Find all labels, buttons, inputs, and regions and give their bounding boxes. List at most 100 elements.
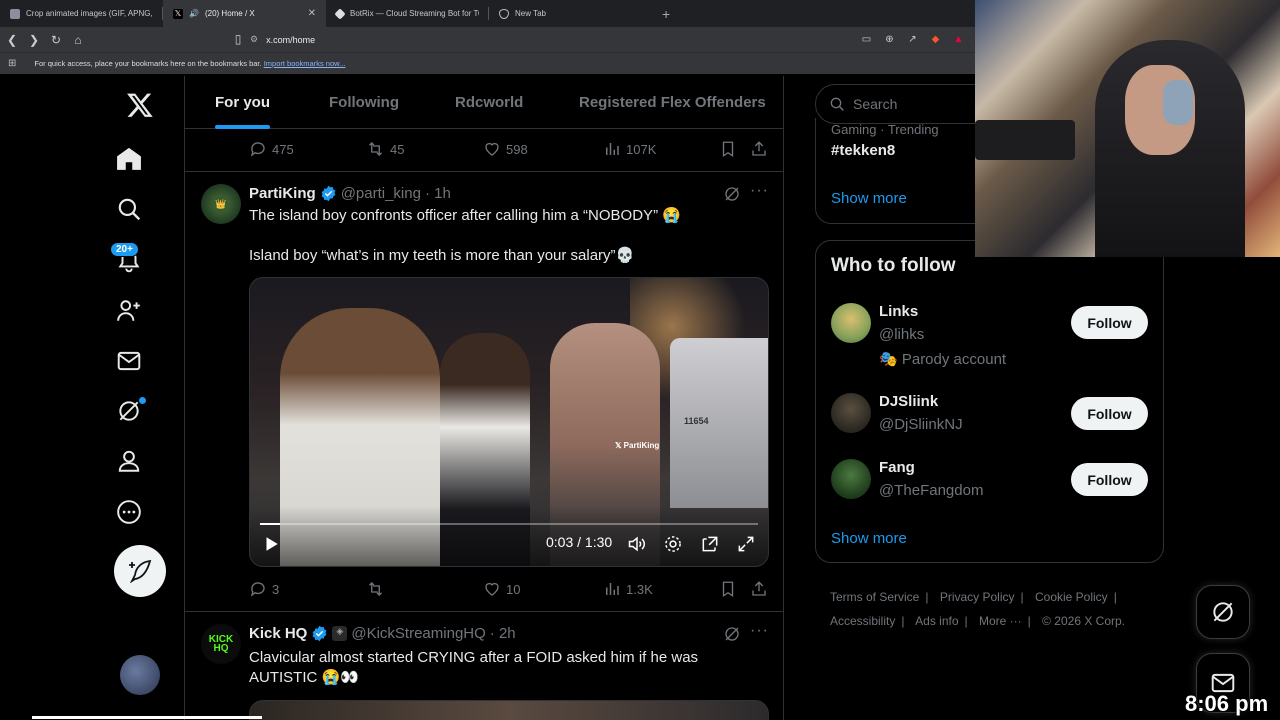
tab-label: Registered Flex Offenders — [579, 94, 766, 111]
author-handle[interactable]: @KickStreamingHQ — [351, 625, 485, 642]
messages-mail-icon[interactable] — [104, 336, 154, 386]
browser-tab-crop[interactable]: Crop animated images (GIF, APNG, W — [0, 0, 163, 27]
author-name[interactable]: Kick HQ — [249, 625, 307, 642]
kickhq-avatar[interactable]: KICK HQ — [201, 624, 241, 664]
new-tab-button[interactable]: + — [652, 6, 680, 22]
picture-in-picture-icon[interactable] — [700, 534, 720, 554]
footer-accessibility-link[interactable]: Accessibility — [830, 614, 895, 628]
address-bar[interactable]: ⚙ x.com/home — [250, 30, 850, 49]
like-button[interactable]: 10 — [483, 577, 520, 601]
user-avatar-djsliink[interactable] — [831, 393, 871, 433]
tweet-divider — [185, 611, 783, 612]
video-progress-bar[interactable] — [260, 523, 758, 525]
grok-float-button[interactable] — [1196, 585, 1250, 639]
tab-rdcworld[interactable]: Rdcworld — [455, 76, 523, 129]
volume-icon[interactable] — [627, 534, 647, 554]
profile-icon[interactable] — [104, 436, 154, 486]
user-handle[interactable]: @TheFangdom — [879, 482, 983, 499]
follow-button-fang[interactable]: Follow — [1071, 463, 1148, 496]
views-button[interactable]: 1.3K — [603, 577, 653, 601]
search-placeholder[interactable]: Search — [853, 96, 897, 112]
reload-icon[interactable]: ↻ — [46, 30, 66, 50]
site-info-icon[interactable]: ⚙ — [250, 34, 258, 45]
footer-cookie-link[interactable]: Cookie Policy — [1035, 590, 1108, 604]
author-name[interactable]: PartiKing — [249, 185, 316, 202]
footer-ads-info-link[interactable]: Ads info — [915, 614, 958, 628]
user-avatar-links[interactable] — [831, 303, 871, 343]
tweet-more-icon[interactable]: ··· — [750, 182, 769, 200]
repost-button[interactable] — [366, 577, 390, 601]
tab-registered-flex-offenders[interactable]: Registered Flex Offenders — [579, 76, 766, 129]
play-icon[interactable] — [262, 535, 280, 553]
tweet-time[interactable]: · 2h — [490, 625, 516, 642]
import-bookmarks-link[interactable]: Import bookmarks now... — [264, 59, 346, 68]
follow-button-links[interactable]: Follow — [1071, 306, 1148, 339]
footer-more-link[interactable]: More ··· — [979, 614, 1022, 628]
bookmarks-hint: For quick access, place your bookmarks h… — [34, 59, 262, 68]
browser-tab-x-home[interactable]: 𝕏 🔊 (20) Home / X ✕ — [163, 0, 326, 27]
url-text[interactable]: x.com/home — [266, 35, 315, 45]
grok-explain-icon[interactable] — [723, 185, 741, 203]
zoom-icon[interactable]: ⊕ — [881, 31, 898, 48]
tweet-time[interactable]: · 1h — [425, 185, 451, 202]
user-name[interactable]: DJSliink — [879, 393, 938, 410]
forward-icon[interactable]: ❯ — [24, 30, 44, 50]
user-handle[interactable]: @DjSliinkNJ — [879, 416, 963, 433]
like-button[interactable]: 598 — [483, 137, 528, 161]
share-icon[interactable]: ↗ — [904, 31, 921, 48]
trend-tag[interactable]: #tekken8 — [831, 142, 895, 159]
tweet-video[interactable]: 11654 𝕏 PartiKing 0:03 / 1:30 — [249, 277, 769, 567]
tab-for-you[interactable]: For you — [215, 76, 270, 129]
grok-explain-icon[interactable] — [723, 625, 741, 643]
follow-people-icon[interactable] — [104, 286, 154, 336]
verified-badge-icon — [321, 185, 336, 202]
grok-icon[interactable] — [104, 386, 154, 436]
explore-search-icon[interactable] — [104, 184, 154, 234]
tweet2-media-preview[interactable] — [249, 700, 769, 720]
brave-shield-icon[interactable]: ◆ — [927, 31, 944, 48]
apps-grid-icon[interactable]: ⊞ — [8, 58, 16, 69]
user-name[interactable]: Links — [879, 303, 918, 320]
share-button[interactable] — [750, 137, 768, 161]
user-name[interactable]: Fang — [879, 459, 915, 476]
account-avatar[interactable] — [120, 655, 160, 695]
feather-plus-icon — [129, 559, 152, 583]
browser-tab-newtab[interactable]: New Tab — [489, 0, 652, 27]
back-icon[interactable]: ❮ — [2, 30, 22, 50]
rewards-icon[interactable]: ▲ — [950, 31, 967, 48]
more-menu-icon[interactable] — [104, 487, 154, 537]
who-to-follow-show-more-link[interactable]: Show more — [831, 530, 907, 547]
bookmark-button[interactable] — [719, 577, 737, 601]
settings-gear-icon[interactable] — [663, 534, 683, 554]
close-tab-icon[interactable]: ✕ — [308, 8, 316, 19]
bookmark-icon — [722, 141, 734, 158]
bookmark-button[interactable] — [719, 137, 737, 161]
footer-terms-link[interactable]: Terms of Service — [830, 590, 919, 604]
partiking-avatar[interactable]: 👑 — [201, 184, 241, 224]
bookmark-page-icon[interactable]: ▯ — [228, 29, 248, 49]
reply-button[interactable]: 475 — [249, 137, 294, 161]
home-nav-icon[interactable] — [104, 134, 154, 184]
reply-button[interactable]: 3 — [249, 577, 279, 601]
install-icon[interactable]: ▭ — [858, 31, 875, 48]
browser-tab-botrix[interactable]: BotRix — Cloud Streaming Bot for Tw — [326, 0, 489, 27]
tab-following[interactable]: Following — [329, 76, 399, 129]
video-watermark: 𝕏 PartiKing — [615, 441, 660, 450]
footer-privacy-link[interactable]: Privacy Policy — [940, 590, 1015, 604]
x-logo-icon[interactable] — [115, 80, 165, 130]
author-handle[interactable]: @parti_king — [341, 185, 421, 202]
trends-show-more-link[interactable]: Show more — [831, 190, 907, 207]
compose-post-button[interactable] — [114, 545, 166, 597]
user-avatar-fang[interactable] — [831, 459, 871, 499]
follow-button-djsliink[interactable]: Follow — [1071, 397, 1148, 430]
like-count: 598 — [506, 141, 528, 157]
bookmarks-bar: ⊞ For quick access, place your bookmarks… — [0, 52, 975, 74]
fullscreen-icon[interactable] — [736, 534, 756, 554]
views-button[interactable]: 107K — [603, 137, 656, 161]
share-button[interactable] — [750, 577, 768, 601]
home-icon[interactable]: ⌂ — [68, 30, 88, 50]
repost-button[interactable]: 45 — [366, 137, 404, 161]
user-handle[interactable]: @lihks — [879, 326, 924, 343]
views-chart-icon — [606, 143, 619, 155]
tweet-more-icon[interactable]: ··· — [750, 622, 769, 640]
